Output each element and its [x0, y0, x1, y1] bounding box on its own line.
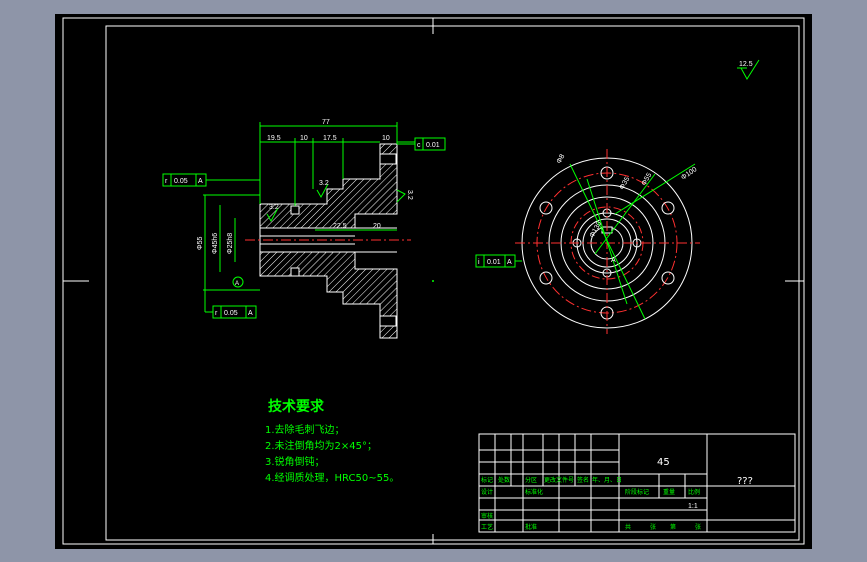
tech-req-title: 技术要求	[268, 398, 325, 415]
svg-text:共: 共	[625, 523, 631, 531]
svg-text:A: A	[235, 281, 239, 287]
side-view: 77 19.5 10 17.5 10 22.5 20 Φ55 Φ45h6 Φ25…	[162, 119, 446, 339]
tol-frame-runout-bottom: r 0.05 A	[204, 290, 257, 319]
svg-text:r: r	[165, 178, 168, 185]
svg-text:0.01: 0.01	[487, 259, 501, 266]
svg-text:0.05: 0.05	[174, 178, 188, 185]
tech-req-item-1: 1.去除毛刺飞边；	[265, 423, 345, 436]
dim-dia25: Φ25h8	[227, 233, 234, 254]
roughness-value: 12.5	[739, 61, 753, 68]
dim-dia55: Φ55	[197, 237, 204, 250]
roughness-side: 3.2	[406, 190, 413, 200]
svg-text:第: 第	[670, 523, 676, 531]
tech-req-item-3: 3.锐角倒钝；	[265, 455, 325, 468]
drawing-border	[105, 25, 800, 541]
svg-text:张: 张	[695, 523, 701, 531]
svg-text:标记: 标记	[481, 476, 493, 484]
scale-value: 1:1	[688, 503, 698, 510]
dim-front-d35: Φ35	[619, 176, 632, 191]
roughness-corner: 12.5	[737, 59, 760, 80]
dim-17-5: 17.5	[323, 135, 337, 142]
tech-req-item-4: 4.经调质处理，HRC50~55。	[265, 471, 399, 484]
dim-19-5: 19.5	[267, 135, 281, 142]
tol-frame-front: i 0.01 A	[475, 254, 522, 268]
tech-req-item-2: 2.未注倒角均为2×45°；	[265, 439, 377, 452]
center-dot	[432, 280, 434, 282]
svg-text:批准: 批准	[525, 523, 537, 531]
dim-10b: 10	[382, 135, 390, 142]
technical-requirements: 技术要求 1.去除毛刺飞边； 2.未注倒角均为2×45°； 3.锐角倒钝； 4.…	[265, 398, 399, 484]
dim-20: 20	[373, 223, 381, 230]
svg-text:A: A	[507, 259, 512, 266]
material-value: 45	[657, 457, 670, 468]
dim-front-d100: Φ100	[680, 166, 698, 182]
svg-text:阶段标记: 阶段标记	[625, 488, 649, 496]
svg-text:r: r	[215, 310, 218, 317]
tol-frame-top: c 0.01	[397, 137, 446, 151]
svg-text:c: c	[417, 142, 421, 149]
cad-viewport[interactable]: 12.5 77 19.5 10 17.5 10 22.5 20 Φ55 Φ45h…	[55, 14, 812, 549]
drawing-canvas: 12.5 77 19.5 10 17.5 10 22.5 20 Φ55 Φ45h…	[62, 17, 805, 545]
svg-text:重量: 重量	[663, 488, 675, 496]
svg-text:设计: 设计	[481, 488, 493, 496]
svg-text:比例: 比例	[688, 488, 700, 496]
svg-text:更改文件号: 更改文件号	[544, 476, 574, 484]
front-view: Φ8 Φ35 Φ55 Φ100 Φ130 A i 0.01 A	[475, 149, 700, 334]
svg-text:标准化: 标准化	[525, 488, 543, 496]
svg-text:0.05: 0.05	[224, 310, 238, 317]
drawing-name: ???	[737, 476, 753, 487]
dim-front-key: A	[611, 257, 616, 264]
svg-text:工艺: 工艺	[481, 523, 493, 531]
svg-text:A: A	[248, 310, 253, 317]
dim-dia45: Φ45h6	[212, 233, 219, 254]
svg-text:分区: 分区	[525, 476, 537, 484]
svg-text:张: 张	[650, 523, 656, 531]
dim-22-5: 22.5	[333, 223, 347, 230]
svg-text:签名: 签名	[577, 476, 589, 484]
roughness-b: 3.2	[269, 204, 279, 211]
svg-text:0.01: 0.01	[426, 142, 440, 149]
svg-text:审核: 审核	[481, 512, 493, 520]
title-block: 标记 处数 分区 更改文件号 签名 年、月、日 设计 标准化 阶段标记 重量 比…	[478, 433, 796, 533]
svg-text:处数: 处数	[498, 476, 510, 484]
svg-text:A: A	[198, 178, 203, 185]
dim-10a: 10	[300, 135, 308, 142]
dim-overall: 77	[322, 119, 330, 126]
dim-front-d8: Φ8	[556, 153, 567, 165]
dim-front-d130: Φ130	[589, 220, 604, 239]
svg-text:i: i	[478, 259, 480, 266]
tol-frame-runout-top: r 0.05 A	[162, 173, 260, 187]
svg-text:年、月、日: 年、月、日	[592, 476, 622, 484]
roughness-a: 3.2	[319, 180, 329, 187]
